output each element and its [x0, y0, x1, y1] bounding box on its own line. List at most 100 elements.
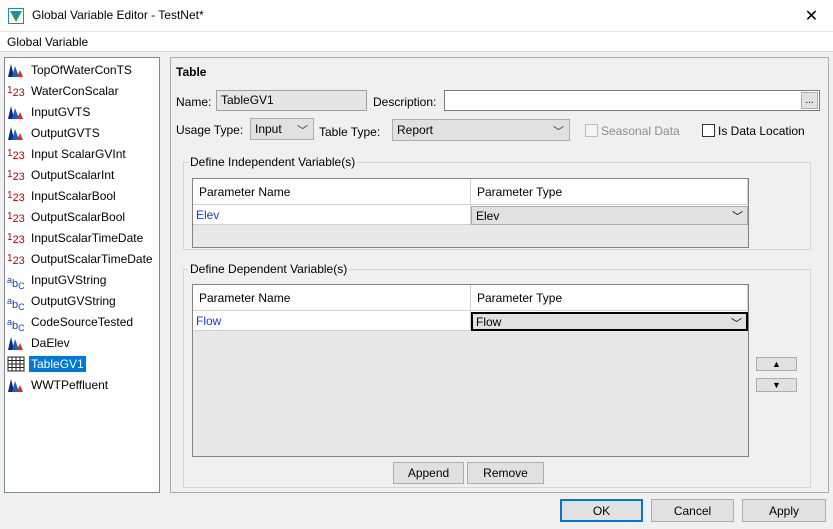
- chevron-down-icon: ﹀: [732, 211, 743, 223]
- table-type-dropdown[interactable]: Report ﹀: [392, 119, 570, 141]
- parameter-name-cell[interactable]: Elev: [193, 205, 471, 225]
- list-item-label: OutputGVString: [31, 294, 116, 308]
- list-item[interactable]: 123 OutputScalarInt: [7, 165, 157, 185]
- cancel-button[interactable]: Cancel: [651, 499, 734, 522]
- list-item-label: OutputGVTS: [31, 126, 100, 140]
- move-up-button[interactable]: ▲: [756, 357, 797, 371]
- variable-list[interactable]: TopOfWaterConTS 123 WaterConScalar InputGVT…: [4, 57, 160, 493]
- window-title: Global Variable Editor - TestNet*: [32, 8, 204, 22]
- timeseries-icon: [7, 335, 25, 351]
- list-item[interactable]: 123 InputScalarBool: [7, 186, 157, 206]
- grid-header: Parameter Name Parameter Type: [193, 285, 748, 311]
- table-type-label: Table Type:: [319, 125, 381, 139]
- list-item-label: OutputScalarBool: [31, 210, 126, 224]
- menu-global-variable[interactable]: Global Variable: [7, 35, 88, 49]
- list-item[interactable]: OutputGVTS: [7, 123, 157, 143]
- list-item-label: InputScalarBool: [31, 189, 116, 203]
- scalar-icon: 123: [7, 253, 25, 267]
- app-icon: [8, 8, 24, 24]
- description-label: Description:: [373, 95, 437, 109]
- list-item[interactable]: 123 OutputScalarTimeDate: [7, 249, 157, 269]
- seasonal-data-label: Seasonal Data: [601, 124, 680, 138]
- list-item-label: OutputScalarTimeDate: [31, 252, 153, 266]
- scalar-icon: 123: [7, 169, 25, 183]
- list-item[interactable]: InputGVTS: [7, 102, 157, 122]
- list-item[interactable]: 123 InputScalarTimeDate: [7, 228, 157, 248]
- parameter-type-value: Flow: [476, 315, 502, 329]
- chevron-down-icon: ﹀: [731, 318, 742, 330]
- grid-header: Parameter Name Parameter Type: [193, 179, 748, 205]
- list-item-label: InputScalarTimeDate: [31, 231, 144, 245]
- scalar-icon: 123: [7, 148, 25, 162]
- chevron-down-icon: ﹀: [553, 126, 564, 138]
- apply-button[interactable]: Apply: [742, 499, 826, 522]
- name-label: Name:: [176, 95, 212, 109]
- list-item[interactable]: 123 OutputScalarBool: [7, 207, 157, 227]
- scalar-icon: 123: [7, 190, 25, 204]
- list-item-label: DaElev: [31, 336, 70, 350]
- column-parameter-type[interactable]: Parameter Type: [471, 179, 748, 205]
- usage-type-value: Input: [255, 122, 282, 136]
- list-item-label: Input ScalarGVInt: [31, 147, 126, 161]
- list-item[interactable]: 123 Input ScalarGVInt: [7, 144, 157, 164]
- list-item[interactable]: abC CodeSourceTested: [7, 312, 157, 333]
- timeseries-icon: [7, 377, 25, 393]
- table-icon: [7, 356, 25, 372]
- timeseries-icon: [7, 62, 25, 78]
- parameter-type-dropdown[interactable]: Elev ﹀: [471, 206, 748, 225]
- chevron-down-icon: ﹀: [297, 125, 308, 137]
- parameter-type-dropdown[interactable]: Flow ﹀: [471, 312, 748, 331]
- scalar-icon: 123: [7, 211, 25, 225]
- column-parameter-name[interactable]: Parameter Name: [193, 285, 471, 311]
- table-row[interactable]: Flow Flow ﹀: [193, 311, 748, 331]
- description-browse-button[interactable]: ...: [801, 92, 818, 109]
- list-item-label: InputGVString: [31, 273, 107, 287]
- dependent-grid[interactable]: Parameter Name Parameter Type Flow Flow …: [192, 284, 749, 457]
- list-item-label: CodeSourceTested: [31, 315, 134, 329]
- timeseries-icon: [7, 104, 25, 120]
- title-bar: Global Variable Editor - TestNet* ✕: [0, 0, 833, 32]
- list-item-label: OutputScalarInt: [31, 168, 115, 182]
- list-item[interactable]: abC OutputGVString: [7, 291, 157, 312]
- remove-button[interactable]: Remove: [467, 462, 544, 484]
- parameter-type-value: Elev: [476, 209, 500, 223]
- scalar-icon: 123: [7, 85, 25, 99]
- arrow-up-icon: ▲: [772, 359, 781, 369]
- name-field[interactable]: TableGV1: [216, 90, 367, 111]
- parameter-name-cell[interactable]: Flow: [193, 311, 471, 331]
- dependent-group-title: Define Dependent Variable(s): [188, 262, 350, 276]
- table-type-value: Report: [397, 123, 434, 137]
- list-item[interactable]: abC InputGVString: [7, 270, 157, 291]
- seasonal-data-checkbox[interactable]: [585, 124, 598, 137]
- scalar-icon: 123: [7, 232, 25, 246]
- list-item[interactable]: WWTPeffluent: [7, 375, 157, 395]
- string-icon: abC: [7, 296, 25, 312]
- list-item[interactable]: TopOfWaterConTS: [7, 60, 157, 80]
- usage-type-label: Usage Type:: [176, 123, 244, 137]
- close-button[interactable]: ✕: [790, 0, 833, 32]
- list-item[interactable]: TableGV1: [7, 354, 157, 374]
- is-data-location-checkbox[interactable]: [702, 124, 715, 137]
- menu-bar: Global Variable: [0, 32, 833, 52]
- append-button[interactable]: Append: [393, 462, 464, 484]
- usage-type-dropdown[interactable]: Input ﹀: [250, 118, 314, 140]
- list-item[interactable]: 123 WaterConScalar: [7, 81, 157, 101]
- independent-group-title: Define Independent Variable(s): [188, 155, 358, 169]
- description-field[interactable]: [444, 90, 820, 111]
- list-item-label: TopOfWaterConTS: [31, 63, 132, 77]
- string-icon: abC: [7, 275, 25, 291]
- timeseries-icon: [7, 125, 25, 141]
- detail-heading: Table: [176, 65, 207, 79]
- independent-grid[interactable]: Parameter Name Parameter Type Elev Elev …: [192, 178, 749, 248]
- string-icon: abC: [7, 317, 25, 333]
- list-item-label: InputGVTS: [31, 105, 91, 119]
- ok-button[interactable]: OK: [560, 499, 643, 522]
- list-item[interactable]: DaElev: [7, 333, 157, 353]
- table-row[interactable]: Elev Elev ﹀: [193, 205, 748, 225]
- column-parameter-name[interactable]: Parameter Name: [193, 179, 471, 205]
- close-icon: ✕: [804, 8, 819, 25]
- column-parameter-type[interactable]: Parameter Type: [471, 285, 748, 311]
- list-item-label: WWTPeffluent: [31, 378, 109, 392]
- list-item-label: TableGV1: [29, 356, 86, 372]
- move-down-button[interactable]: ▼: [756, 378, 797, 392]
